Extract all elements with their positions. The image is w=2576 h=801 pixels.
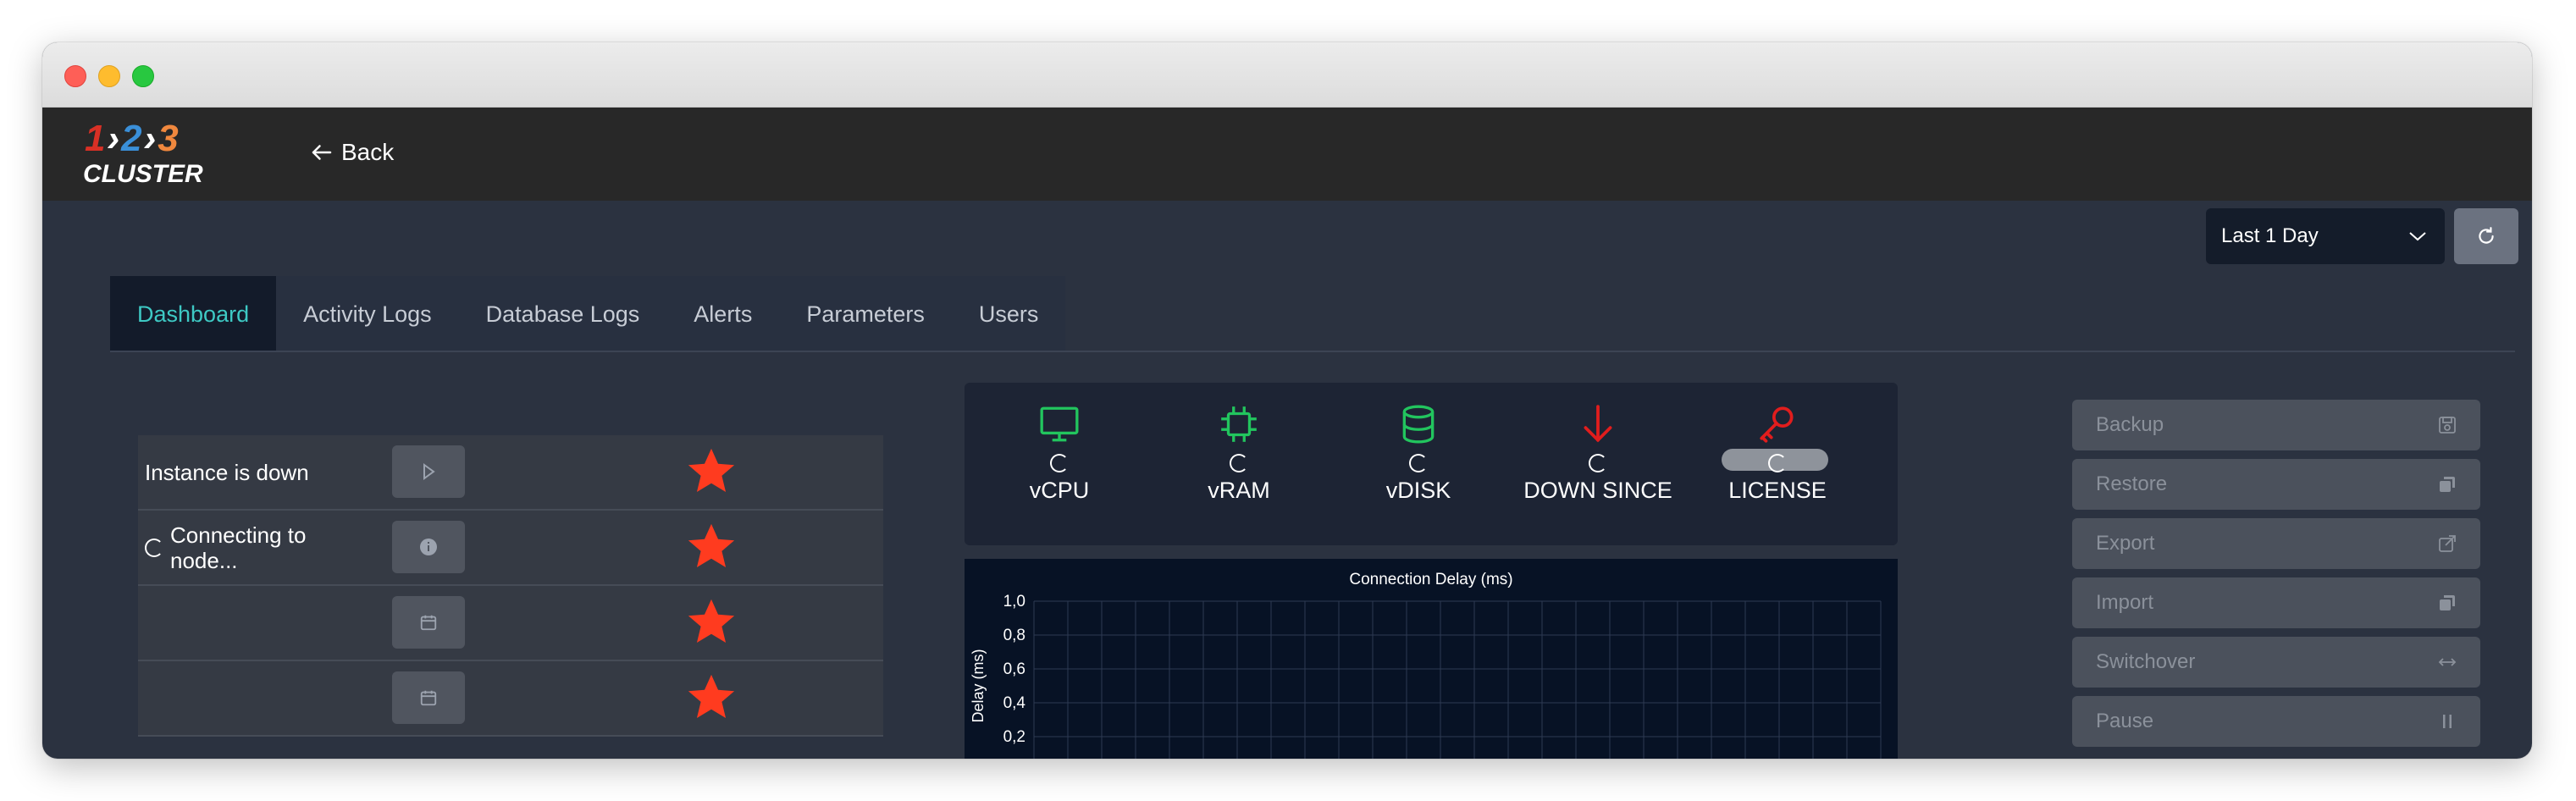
arrow-left-icon bbox=[312, 145, 332, 160]
logo[interactable]: 1›2›3 CLUSTER bbox=[83, 118, 203, 189]
stat-label: vDISK bbox=[1385, 478, 1451, 503]
restore-button[interactable]: Restore bbox=[2072, 459, 2480, 510]
backup-button[interactable]: Backup bbox=[2072, 400, 2480, 450]
calendar-icon bbox=[420, 615, 437, 631]
instance-status bbox=[145, 586, 365, 660]
spinner-icon bbox=[1409, 454, 1428, 472]
chart-grid bbox=[1033, 600, 1882, 759]
tab-database-logs[interactable]: Database Logs bbox=[459, 276, 667, 352]
export-label: Export bbox=[2096, 532, 2155, 555]
pause-button[interactable]: Pause bbox=[2072, 696, 2480, 747]
y-tick-label: 1,0 bbox=[1003, 593, 1025, 610]
calendar-icon bbox=[420, 690, 437, 706]
connection-delay-chart: Connection Delay (ms) Delay (ms) 1,0 0,8 0… bbox=[965, 559, 1898, 759]
play-icon bbox=[423, 463, 435, 480]
info-icon bbox=[420, 539, 437, 555]
app-header: 1›2›3 CLUSTER Back bbox=[42, 108, 2532, 201]
table-row: Instance is down bbox=[138, 435, 883, 511]
star-icon bbox=[688, 599, 735, 644]
star-icon bbox=[688, 448, 735, 493]
close-window-button[interactable] bbox=[64, 65, 86, 87]
import-label: Import bbox=[2096, 591, 2154, 614]
table-row bbox=[138, 586, 883, 661]
schedule-button[interactable] bbox=[392, 596, 465, 649]
arrows-horizontal-icon bbox=[2438, 658, 2457, 666]
stat-vdisk: vDISK bbox=[1334, 403, 1503, 504]
star-icon bbox=[688, 674, 735, 719]
spinner-icon bbox=[1050, 454, 1069, 472]
instance-status: Connecting to node... bbox=[145, 511, 365, 584]
stat-label: vRAM bbox=[1208, 478, 1270, 503]
spinner-icon bbox=[145, 538, 163, 557]
stat-label: LICENSE bbox=[1728, 478, 1827, 503]
chevron-down-icon bbox=[2409, 232, 2426, 241]
resource-stats-card: vCPU vRAM vDISK DOWN SINCE LICENSE bbox=[965, 383, 1898, 545]
logo-text: CLUSTER bbox=[83, 160, 203, 188]
tab-activity-logs[interactable]: Activity Logs bbox=[276, 276, 459, 352]
spinner-icon bbox=[1768, 454, 1787, 472]
spinner-icon bbox=[1230, 454, 1248, 472]
key-icon bbox=[1760, 406, 1794, 443]
monitor-icon bbox=[1040, 406, 1079, 442]
window-titlebar bbox=[42, 42, 2532, 108]
stat-vram: vRAM bbox=[1154, 403, 1324, 504]
copy-icon bbox=[2440, 595, 2455, 610]
actions-panel: Backup Restore Export Import Switchover … bbox=[2072, 400, 2480, 755]
chip-icon bbox=[1221, 406, 1257, 442]
copy-icon bbox=[2440, 477, 2455, 492]
tab-alerts[interactable]: Alerts bbox=[666, 276, 779, 352]
backup-label: Backup bbox=[2096, 413, 2164, 436]
info-button[interactable] bbox=[392, 521, 465, 573]
time-range-select[interactable]: Last 1 Day bbox=[2206, 208, 2445, 264]
app-window: 1›2›3 CLUSTER Back Last 1 Day Dashboard … bbox=[42, 42, 2532, 759]
instance-table: Instance is down Connecting to node... bbox=[138, 435, 883, 737]
chart-y-label: Delay (ms) bbox=[970, 649, 987, 722]
arrow-down-icon bbox=[1584, 405, 1612, 443]
stat-license: LICENSE bbox=[1693, 403, 1862, 504]
stat-label: DOWN SINCE bbox=[1523, 478, 1672, 503]
y-tick-label: 0,8 bbox=[1003, 627, 1025, 644]
y-tick-label: 0,4 bbox=[1003, 694, 1026, 712]
tab-bar: Dashboard Activity Logs Database Logs Al… bbox=[110, 276, 1066, 352]
minimize-window-button[interactable] bbox=[98, 65, 120, 87]
logo-numbers: 1›2›3 bbox=[85, 118, 180, 159]
start-button[interactable] bbox=[392, 445, 465, 498]
refresh-button[interactable] bbox=[2454, 208, 2518, 264]
chart-canvas: Connection Delay (ms) Delay (ms) 1,0 0,8 0… bbox=[970, 571, 1882, 759]
instance-status bbox=[145, 661, 365, 735]
pause-icon bbox=[2443, 715, 2452, 728]
chart-title: Connection Delay (ms) bbox=[1349, 571, 1512, 588]
spinner-icon bbox=[1589, 454, 1607, 472]
back-label: Back bbox=[341, 139, 395, 165]
star-icon bbox=[688, 523, 735, 568]
tab-users[interactable]: Users bbox=[952, 276, 1066, 352]
save-icon bbox=[2439, 417, 2456, 434]
back-button[interactable]: Back bbox=[309, 131, 394, 174]
instance-status: Instance is down bbox=[145, 459, 309, 485]
table-row: Connecting to node... bbox=[138, 511, 883, 586]
pause-label: Pause bbox=[2096, 710, 2154, 732]
stat-down-since: DOWN SINCE bbox=[1513, 403, 1683, 504]
switchover-button[interactable]: Switchover bbox=[2072, 637, 2480, 688]
stat-vcpu: vCPU bbox=[975, 403, 1144, 504]
database-icon bbox=[1402, 405, 1434, 444]
import-button[interactable]: Import bbox=[2072, 577, 2480, 628]
time-range-value: Last 1 Day bbox=[2221, 224, 2319, 247]
y-tick-label: 0,6 bbox=[1003, 660, 1025, 678]
tab-parameters[interactable]: Parameters bbox=[779, 276, 952, 352]
switchover-label: Switchover bbox=[2096, 650, 2196, 673]
stat-label: vCPU bbox=[1029, 478, 1090, 503]
schedule-button[interactable] bbox=[392, 671, 465, 724]
chart-y-ticks: 1,0 0,8 0,6 0,4 0,2 bbox=[1003, 593, 1026, 746]
maximize-window-button[interactable] bbox=[132, 65, 154, 87]
restore-label: Restore bbox=[2096, 472, 2168, 495]
tab-divider bbox=[110, 351, 2515, 352]
refresh-icon bbox=[2479, 227, 2494, 244]
export-button[interactable]: Export bbox=[2072, 518, 2480, 569]
share-icon bbox=[2439, 535, 2456, 552]
y-tick-label: 0,2 bbox=[1003, 728, 1025, 746]
table-row bbox=[138, 661, 883, 737]
tab-dashboard[interactable]: Dashboard bbox=[110, 276, 277, 352]
